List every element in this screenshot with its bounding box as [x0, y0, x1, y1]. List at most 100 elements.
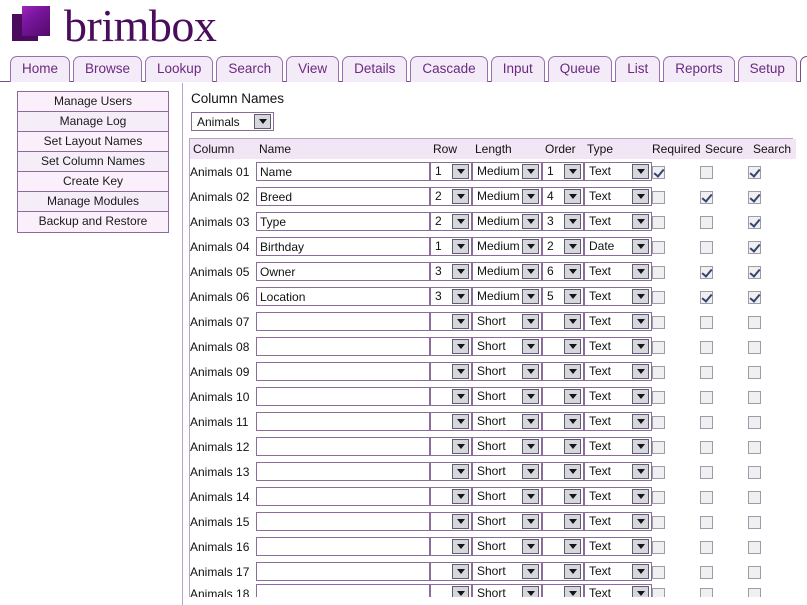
sidebar-item-manage-log[interactable]: Manage Log: [18, 112, 168, 132]
column-name-input[interactable]: [256, 412, 430, 431]
chevron-down-icon[interactable]: [522, 414, 539, 429]
order-select[interactable]: 1: [542, 162, 584, 181]
chevron-down-icon[interactable]: [632, 539, 649, 554]
chevron-down-icon[interactable]: [452, 189, 469, 204]
chevron-down-icon[interactable]: [452, 289, 469, 304]
row-select[interactable]: 2: [430, 212, 472, 231]
secure-checkbox[interactable]: [700, 391, 713, 404]
type-select[interactable]: Text: [584, 412, 652, 431]
column-name-input[interactable]: [256, 512, 430, 531]
chevron-down-icon[interactable]: [452, 514, 469, 529]
column-name-input[interactable]: [256, 162, 430, 181]
chevron-down-icon[interactable]: [632, 164, 649, 179]
column-name-input[interactable]: [256, 262, 430, 281]
required-checkbox[interactable]: [652, 191, 665, 204]
chevron-down-icon[interactable]: [632, 239, 649, 254]
order-select[interactable]: [542, 412, 584, 431]
chevron-down-icon[interactable]: [452, 364, 469, 379]
search-checkbox[interactable]: [748, 516, 761, 529]
secure-checkbox[interactable]: [700, 516, 713, 529]
row-select[interactable]: [430, 387, 472, 406]
search-checkbox[interactable]: [748, 266, 761, 279]
length-select[interactable]: Short: [472, 362, 542, 381]
sidebar-item-set-column-names[interactable]: Set Column Names: [18, 152, 168, 172]
brand-logo[interactable]: brimbox: [12, 4, 56, 44]
type-select[interactable]: Text: [584, 462, 652, 481]
tab-reports[interactable]: Reports: [663, 56, 734, 82]
secure-checkbox[interactable]: [700, 216, 713, 229]
length-select[interactable]: Medium: [472, 162, 542, 181]
type-select[interactable]: Text: [584, 512, 652, 531]
search-checkbox[interactable]: [748, 191, 761, 204]
order-select[interactable]: [542, 312, 584, 331]
search-checkbox[interactable]: [748, 541, 761, 554]
chevron-down-icon[interactable]: [254, 114, 271, 129]
sidebar-item-backup-and-restore[interactable]: Backup and Restore: [18, 212, 168, 232]
chevron-down-icon[interactable]: [452, 264, 469, 279]
sidebar-item-set-layout-names[interactable]: Set Layout Names: [18, 132, 168, 152]
chevron-down-icon[interactable]: [564, 314, 581, 329]
chevron-down-icon[interactable]: [564, 189, 581, 204]
chevron-down-icon[interactable]: [632, 464, 649, 479]
chevron-down-icon[interactable]: [522, 364, 539, 379]
length-select[interactable]: Medium: [472, 237, 542, 256]
secure-checkbox[interactable]: [700, 441, 713, 454]
secure-checkbox[interactable]: [700, 266, 713, 279]
tab-input[interactable]: Input: [491, 56, 545, 82]
row-select[interactable]: 3: [430, 287, 472, 306]
type-select[interactable]: Text: [584, 262, 652, 281]
chevron-down-icon[interactable]: [564, 339, 581, 354]
type-select[interactable]: Date: [584, 237, 652, 256]
length-select[interactable]: Medium: [472, 287, 542, 306]
chevron-down-icon[interactable]: [632, 414, 649, 429]
column-name-input[interactable]: [256, 237, 430, 256]
tab-home[interactable]: Home: [10, 56, 70, 82]
chevron-down-icon[interactable]: [452, 489, 469, 504]
chevron-down-icon[interactable]: [452, 464, 469, 479]
row-select[interactable]: [430, 487, 472, 506]
type-select[interactable]: Text: [584, 337, 652, 356]
order-select[interactable]: [542, 562, 584, 581]
chevron-down-icon[interactable]: [522, 314, 539, 329]
required-checkbox[interactable]: [652, 416, 665, 429]
row-select[interactable]: [430, 412, 472, 431]
order-select[interactable]: [542, 487, 584, 506]
column-name-input[interactable]: [256, 312, 430, 331]
chevron-down-icon[interactable]: [632, 364, 649, 379]
required-checkbox[interactable]: [652, 491, 665, 504]
secure-checkbox[interactable]: [700, 466, 713, 479]
chevron-down-icon[interactable]: [452, 414, 469, 429]
tab-search[interactable]: Search: [216, 56, 283, 82]
length-select[interactable]: Short: [472, 312, 542, 331]
required-checkbox[interactable]: [652, 241, 665, 254]
secure-checkbox[interactable]: [700, 541, 713, 554]
secure-checkbox[interactable]: [700, 166, 713, 179]
type-select[interactable]: Text: [584, 387, 652, 406]
chevron-down-icon[interactable]: [564, 439, 581, 454]
tab-queue[interactable]: Queue: [548, 56, 613, 82]
chevron-down-icon[interactable]: [632, 289, 649, 304]
chevron-down-icon[interactable]: [564, 489, 581, 504]
search-checkbox[interactable]: [748, 216, 761, 229]
chevron-down-icon[interactable]: [522, 489, 539, 504]
chevron-down-icon[interactable]: [564, 539, 581, 554]
row-select[interactable]: 3: [430, 262, 472, 281]
chevron-down-icon[interactable]: [564, 564, 581, 579]
chevron-down-icon[interactable]: [452, 539, 469, 554]
chevron-down-icon[interactable]: [564, 239, 581, 254]
secure-checkbox[interactable]: [700, 341, 713, 354]
chevron-down-icon[interactable]: [564, 214, 581, 229]
chevron-down-icon[interactable]: [522, 464, 539, 479]
length-select[interactable]: Short: [472, 537, 542, 556]
order-select[interactable]: 2: [542, 237, 584, 256]
chevron-down-icon[interactable]: [564, 414, 581, 429]
search-checkbox[interactable]: [748, 491, 761, 504]
length-select[interactable]: Short: [472, 437, 542, 456]
secure-checkbox[interactable]: [700, 416, 713, 429]
secure-checkbox[interactable]: [700, 241, 713, 254]
order-select[interactable]: [542, 437, 584, 456]
length-select[interactable]: Medium: [472, 212, 542, 231]
sidebar-item-manage-users[interactable]: Manage Users: [18, 92, 168, 112]
search-checkbox[interactable]: [748, 566, 761, 579]
length-select[interactable]: Short: [472, 562, 542, 581]
